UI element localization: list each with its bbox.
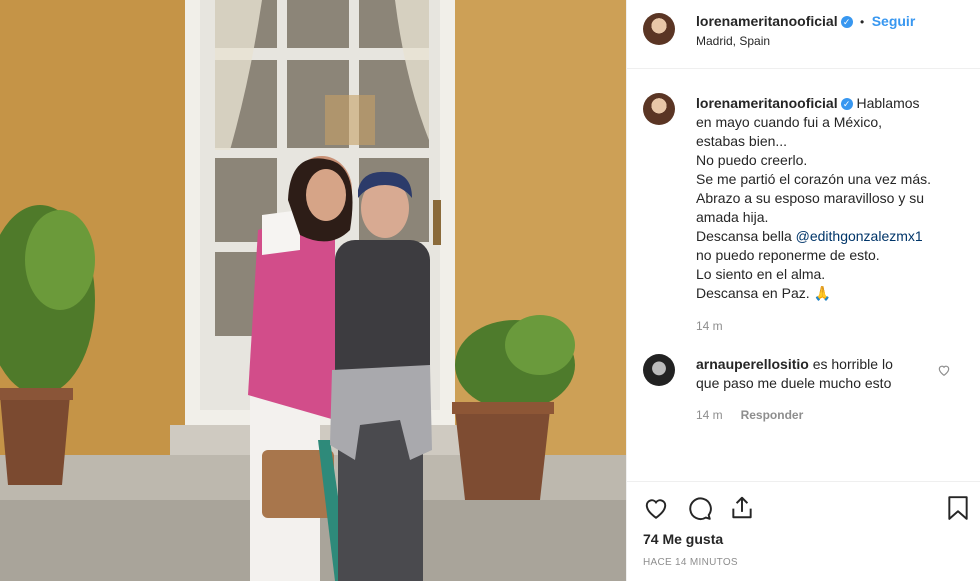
caption: lorenameritanooficial ✓ Hablamos en mayo … bbox=[696, 94, 971, 336]
reply-button[interactable]: Responder bbox=[741, 408, 804, 422]
caption-line: Se me partió el corazón una vez más. bbox=[696, 171, 932, 187]
author-avatar[interactable] bbox=[643, 13, 675, 45]
post-sidebar: lorenameritanooficial ✓ • Seguir Madrid, … bbox=[626, 0, 980, 581]
separator-dot: • bbox=[860, 15, 865, 29]
author-line: lorenameritanooficial ✓ • Seguir bbox=[696, 13, 915, 31]
caption-line: Abrazo a su esposo maravilloso y su bbox=[696, 190, 924, 206]
caption-line: Lo siento en el alma. bbox=[696, 266, 826, 282]
post-photo-illustration bbox=[0, 0, 626, 581]
comment-like-heart-icon[interactable] bbox=[937, 363, 951, 377]
verified-badge-icon: ✓ bbox=[840, 16, 853, 28]
caption-descansa-prefix: Descansa bella bbox=[696, 228, 792, 244]
comment-text: que paso me duele mucho esto bbox=[696, 375, 892, 391]
caption-line: no puedo reponerme de esto. bbox=[696, 247, 880, 263]
caption-avatar-wrap bbox=[643, 93, 675, 125]
heart-icon[interactable] bbox=[643, 495, 669, 521]
post-header: lorenameritanooficial ✓ • Seguir Madrid, … bbox=[627, 0, 980, 69]
commenter-username[interactable]: arnauperellositio bbox=[696, 356, 809, 372]
author-username[interactable]: lorenameritanooficial bbox=[696, 13, 838, 29]
share-icon[interactable] bbox=[729, 494, 755, 521]
bookmark-icon[interactable] bbox=[947, 495, 969, 521]
caption-avatar[interactable] bbox=[643, 93, 675, 125]
likes-count[interactable]: 74 Me gusta bbox=[643, 531, 723, 547]
caption-username[interactable]: lorenameritanooficial bbox=[696, 95, 838, 111]
praying-hands-emoji: 🙏 bbox=[813, 285, 831, 301]
caption-line: en mayo cuando fui a México, bbox=[696, 114, 882, 130]
comment: arnauperellositio es horrible lo que pas… bbox=[696, 355, 936, 425]
caption-line: No puedo creerlo. bbox=[696, 152, 808, 168]
caption-timestamp[interactable]: 14 m bbox=[696, 317, 971, 336]
post-photo[interactable] bbox=[0, 0, 626, 581]
comment-timestamp[interactable]: 14 m bbox=[696, 408, 723, 422]
caption-mention-link[interactable]: @edithgonzalezmx1 bbox=[796, 228, 923, 244]
post-location[interactable]: Madrid, Spain bbox=[696, 34, 770, 48]
caption-verified-icon: ✓ bbox=[840, 98, 853, 110]
follow-button[interactable]: Seguir bbox=[872, 13, 916, 29]
comment-icon[interactable] bbox=[687, 495, 713, 521]
caption-line: Descansa en Paz. bbox=[696, 285, 810, 301]
comment-text: es horrible lo bbox=[812, 356, 893, 372]
post-age[interactable]: HACE 14 MINUTOS bbox=[643, 557, 738, 568]
commenter-avatar[interactable] bbox=[643, 354, 675, 386]
instagram-post: lorenameritanooficial ✓ • Seguir Madrid, … bbox=[0, 0, 980, 581]
caption-line: Hablamos bbox=[856, 95, 920, 111]
post-actions: 74 Me gusta HACE 14 MINUTOS bbox=[627, 481, 980, 582]
caption-line: estabas bien... bbox=[696, 133, 788, 149]
caption-line: amada hija. bbox=[696, 209, 769, 225]
